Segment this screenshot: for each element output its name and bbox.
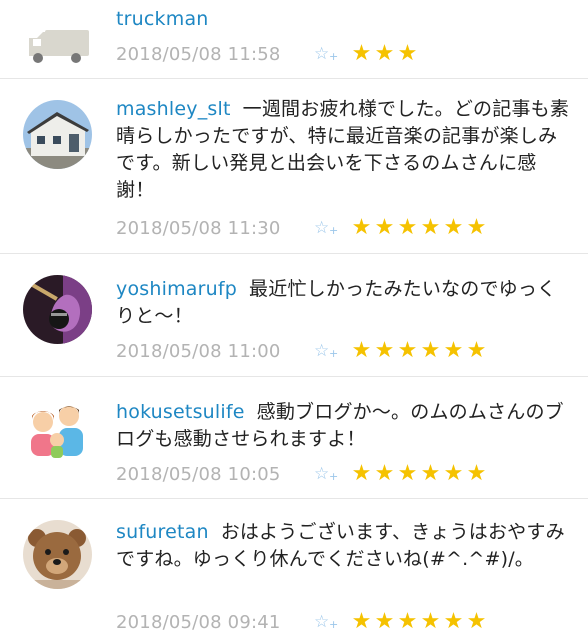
comment-meta: 2018/05/08 11:58 ☆ + ★ ★ ★	[116, 41, 419, 67]
star-icon: ★	[351, 609, 372, 634]
teddy-bear-avatar[interactable]	[23, 520, 92, 589]
username-link[interactable]: hokusetsulife	[116, 401, 245, 423]
star-icon: ★	[374, 215, 395, 240]
star-rating: ★ ★ ★ ★ ★ ★	[350, 338, 488, 364]
house-avatar[interactable]	[23, 100, 92, 169]
star-rating: ★ ★ ★ ★ ★ ★	[350, 609, 488, 635]
comment-item: yoshimarufp 最近忙しかったみたいなのでゆっくりと～！ 2018/05/…	[0, 254, 588, 376]
timestamp: 2018/05/08 11:58	[116, 43, 281, 65]
star-icon: ★	[351, 215, 372, 240]
comment-meta: 2018/05/08 10:05 ☆ + ★ ★ ★ ★ ★ ★	[116, 461, 488, 487]
star-icon: ★	[374, 609, 395, 634]
add-star-icon[interactable]: ☆ +	[314, 464, 350, 484]
add-star-glyph: ☆	[314, 218, 330, 238]
comment-body: sufuretan おはようございます、きょうはおやすみですね。ゆっくり休んでくだ…	[116, 519, 572, 573]
star-icon: ★	[420, 609, 441, 634]
star-icon: ★	[397, 338, 418, 363]
star-icon: ★	[420, 461, 441, 486]
add-star-icon[interactable]: ☆ +	[314, 44, 350, 64]
comment-meta: 2018/05/08 09:41 ☆ + ★ ★ ★ ★ ★ ★	[116, 609, 488, 635]
comment-feed: truckman 2018/05/08 11:58 ☆ + ★ ★ ★ mashley…	[0, 0, 588, 640]
comment-body: hokusetsulife 感動ブログか～。のムのムさんのブログも感動させられます…	[116, 399, 572, 453]
star-icon: ★	[397, 41, 418, 66]
guitar-avatar[interactable]	[23, 275, 92, 344]
star-icon: ★	[374, 461, 395, 486]
star-rating: ★ ★ ★	[350, 41, 419, 67]
add-star-icon[interactable]: ☆ +	[314, 612, 350, 632]
username-link[interactable]: sufuretan	[116, 521, 209, 543]
add-star-plus: +	[329, 470, 339, 483]
timestamp: 2018/05/08 11:30	[116, 217, 281, 239]
comment-body: mashley_slt 一週間お疲れ様でした。どの記事も素晴らしかったですが、特に…	[116, 96, 572, 204]
username-link[interactable]: yoshimarufp	[116, 278, 237, 300]
username-link[interactable]: mashley_slt	[116, 98, 231, 120]
star-icon: ★	[443, 609, 464, 634]
add-star-icon[interactable]: ☆ +	[314, 218, 350, 238]
add-star-glyph: ☆	[314, 341, 330, 361]
star-icon: ★	[443, 215, 464, 240]
add-star-icon[interactable]: ☆ +	[314, 341, 350, 361]
add-star-glyph: ☆	[314, 44, 330, 64]
comment-item: hokusetsulife 感動ブログか～。のムのムさんのブログも感動させられます…	[0, 377, 588, 498]
star-icon: ★	[397, 461, 418, 486]
comment-meta: 2018/05/08 11:30 ☆ + ★ ★ ★ ★ ★ ★	[116, 215, 488, 241]
star-icon: ★	[374, 41, 395, 66]
truck-avatar[interactable]	[23, 8, 92, 77]
comment-item: mashley_slt 一週間お疲れ様でした。どの記事も素晴らしかったですが、特に…	[0, 79, 588, 253]
add-star-plus: +	[329, 347, 339, 360]
star-icon: ★	[443, 338, 464, 363]
star-icon: ★	[374, 338, 395, 363]
star-icon: ★	[397, 609, 418, 634]
timestamp: 2018/05/08 10:05	[116, 463, 281, 485]
star-icon: ★	[443, 461, 464, 486]
star-icon: ★	[351, 41, 372, 66]
star-rating: ★ ★ ★ ★ ★ ★	[350, 215, 488, 241]
star-rating: ★ ★ ★ ★ ★ ★	[350, 461, 488, 487]
star-icon: ★	[420, 338, 441, 363]
add-star-glyph: ☆	[314, 464, 330, 484]
timestamp: 2018/05/08 09:41	[116, 611, 281, 633]
comment-item: truckman 2018/05/08 11:58 ☆ + ★ ★ ★	[0, 0, 588, 78]
comment-body: yoshimarufp 最近忙しかったみたいなのでゆっくりと～！	[116, 276, 572, 330]
comment-item: sufuretan おはようございます、きょうはおやすみですね。ゆっくり休んでくだ…	[0, 499, 588, 640]
add-star-plus: +	[329, 224, 339, 237]
star-icon: ★	[420, 215, 441, 240]
add-star-plus: +	[329, 618, 339, 631]
username-link[interactable]: truckman	[116, 8, 209, 30]
timestamp: 2018/05/08 11:00	[116, 340, 281, 362]
star-icon: ★	[466, 461, 487, 486]
star-icon: ★	[466, 609, 487, 634]
family-avatar[interactable]	[23, 396, 92, 465]
add-star-plus: +	[329, 50, 339, 63]
star-icon: ★	[351, 461, 372, 486]
star-icon: ★	[466, 215, 487, 240]
comment-meta: 2018/05/08 11:00 ☆ + ★ ★ ★ ★ ★ ★	[116, 338, 488, 364]
add-star-glyph: ☆	[314, 612, 330, 632]
star-icon: ★	[351, 338, 372, 363]
star-icon: ★	[397, 215, 418, 240]
comment-body: truckman	[116, 6, 572, 33]
star-icon: ★	[466, 338, 487, 363]
